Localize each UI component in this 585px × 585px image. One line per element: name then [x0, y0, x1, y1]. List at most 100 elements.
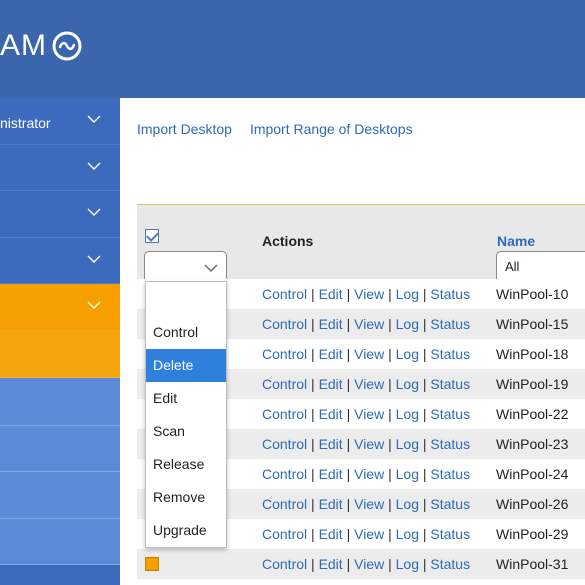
- row-checkbox[interactable]: [145, 557, 159, 571]
- log-action-link[interactable]: Log: [396, 556, 419, 572]
- sidebar-item[interactable]: [0, 284, 120, 331]
- status-action-link[interactable]: Status: [430, 556, 470, 572]
- edit-action-link[interactable]: Edit: [319, 406, 343, 422]
- edit-action-link[interactable]: Edit: [319, 376, 343, 392]
- status-action-link[interactable]: Status: [430, 376, 470, 392]
- name-column-header[interactable]: Name: [497, 233, 535, 249]
- desktop-name[interactable]: WinPool-23: [496, 436, 568, 452]
- dropdown-option[interactable]: [146, 282, 226, 315]
- control-action-link[interactable]: Control: [262, 436, 307, 452]
- action-separator: |: [388, 496, 392, 512]
- action-separator: |: [311, 556, 315, 572]
- desktop-name[interactable]: WinPool-22: [496, 406, 568, 422]
- bulk-action-dropdown-menu: Control Delete Edit Scan Release Remove Upgrad…: [145, 281, 227, 548]
- log-action-link[interactable]: Log: [396, 466, 419, 482]
- view-action-link[interactable]: View: [354, 526, 384, 542]
- status-action-link[interactable]: Status: [430, 496, 470, 512]
- log-action-link[interactable]: Log: [396, 376, 419, 392]
- log-action-link[interactable]: Log: [396, 346, 419, 362]
- edit-action-link[interactable]: Edit: [319, 286, 343, 302]
- desktop-name[interactable]: WinPool-15: [496, 316, 568, 332]
- import-range-link[interactable]: Import Range of Desktops: [250, 121, 413, 137]
- control-action-link[interactable]: Control: [262, 466, 307, 482]
- sidebar-item[interactable]: nistrator: [0, 98, 120, 145]
- edit-action-link[interactable]: Edit: [319, 436, 343, 452]
- action-separator: |: [388, 316, 392, 332]
- desktop-name[interactable]: WinPool-31: [496, 556, 568, 572]
- action-separator: |: [422, 556, 427, 572]
- control-action-link[interactable]: Control: [262, 406, 307, 422]
- view-action-link[interactable]: View: [354, 556, 384, 572]
- status-action-link[interactable]: Status: [430, 466, 470, 482]
- action-separator: |: [422, 286, 427, 302]
- log-action-link[interactable]: Log: [396, 406, 419, 422]
- view-action-link[interactable]: View: [354, 496, 384, 512]
- edit-action-link[interactable]: Edit: [319, 466, 343, 482]
- action-separator: |: [311, 526, 315, 542]
- view-action-link[interactable]: View: [354, 346, 384, 362]
- edit-action-link[interactable]: Edit: [319, 496, 343, 512]
- sidebar-item[interactable]: [0, 378, 120, 426]
- dropdown-option[interactable]: Upgrade: [146, 514, 226, 547]
- view-action-link[interactable]: View: [354, 376, 384, 392]
- control-action-link[interactable]: Control: [262, 286, 307, 302]
- control-action-link[interactable]: Control: [262, 346, 307, 362]
- status-action-link[interactable]: Status: [430, 346, 470, 362]
- dropdown-option[interactable]: Delete: [146, 349, 226, 382]
- desktop-name[interactable]: WinPool-29: [496, 526, 568, 542]
- control-action-link[interactable]: Control: [262, 556, 307, 572]
- sidebar-item[interactable]: [0, 145, 120, 191]
- status-action-link[interactable]: Status: [430, 406, 470, 422]
- control-action-link[interactable]: Control: [262, 496, 307, 512]
- dropdown-option[interactable]: Scan: [146, 415, 226, 448]
- view-action-link[interactable]: View: [354, 466, 384, 482]
- row-actions: Control | Edit | View | Log | Status: [262, 466, 470, 482]
- status-action-link[interactable]: Status: [430, 316, 470, 332]
- action-separator: |: [388, 466, 392, 482]
- wave-ring-icon: [52, 31, 82, 61]
- desktop-name[interactable]: WinPool-18: [496, 346, 568, 362]
- row-actions: Control | Edit | View | Log | Status: [262, 526, 470, 542]
- logo[interactable]: AM: [0, 26, 83, 66]
- status-action-link[interactable]: Status: [430, 526, 470, 542]
- sidebar-item[interactable]: [0, 426, 120, 472]
- view-action-link[interactable]: View: [354, 436, 384, 452]
- sidebar-item[interactable]: [0, 472, 120, 519]
- desktop-name[interactable]: WinPool-10: [496, 286, 568, 302]
- sidebar-item[interactable]: [0, 519, 120, 565]
- log-action-link[interactable]: Log: [396, 316, 419, 332]
- edit-action-link[interactable]: Edit: [319, 526, 343, 542]
- sidebar-item[interactable]: [0, 191, 120, 238]
- log-action-link[interactable]: Log: [396, 496, 419, 512]
- control-action-link[interactable]: Control: [262, 316, 307, 332]
- sidebar-item[interactable]: [0, 331, 120, 378]
- import-desktop-link[interactable]: Import Desktop: [137, 121, 232, 137]
- desktop-name[interactable]: WinPool-26: [496, 496, 568, 512]
- log-action-link[interactable]: Log: [396, 436, 419, 452]
- log-action-link[interactable]: Log: [396, 526, 419, 542]
- import-links: Import Desktop Import Range of Desktops: [137, 121, 413, 137]
- control-action-link[interactable]: Control: [262, 526, 307, 542]
- sidebar-item[interactable]: [0, 238, 120, 284]
- view-action-link[interactable]: View: [354, 316, 384, 332]
- edit-action-link[interactable]: Edit: [319, 316, 343, 332]
- dropdown-option[interactable]: Release: [146, 448, 226, 481]
- desktop-name[interactable]: WinPool-24: [496, 466, 568, 482]
- status-action-link[interactable]: Status: [430, 286, 470, 302]
- action-separator: |: [346, 436, 351, 452]
- sidebar-item-label: nistrator: [0, 115, 51, 131]
- dropdown-option[interactable]: Control: [146, 316, 226, 349]
- dropdown-option[interactable]: Edit: [146, 382, 226, 415]
- select-all-checkbox[interactable]: [145, 229, 159, 243]
- edit-action-link[interactable]: Edit: [319, 556, 343, 572]
- view-action-link[interactable]: View: [354, 406, 384, 422]
- view-action-link[interactable]: View: [354, 286, 384, 302]
- chevron-down-icon: [87, 162, 101, 170]
- edit-action-link[interactable]: Edit: [319, 346, 343, 362]
- status-action-link[interactable]: Status: [430, 436, 470, 452]
- log-action-link[interactable]: Log: [396, 286, 419, 302]
- action-separator: |: [388, 286, 392, 302]
- control-action-link[interactable]: Control: [262, 376, 307, 392]
- dropdown-option[interactable]: Remove: [146, 481, 226, 514]
- desktop-name[interactable]: WinPool-19: [496, 376, 568, 392]
